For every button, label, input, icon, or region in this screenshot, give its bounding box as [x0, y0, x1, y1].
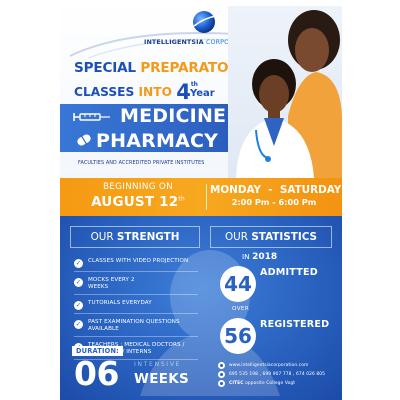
registered-label: REGISTERED	[260, 319, 330, 330]
top-section: INTELLIGENTSIA CORPORATION SPECIAL PREPA…	[60, 0, 342, 178]
globe-logo-icon	[193, 11, 217, 33]
poster: INTELLIGENTSIA CORPORATION SPECIAL PREPA…	[60, 0, 342, 400]
list-item: ✓ CLASSES WITH VIDEO PROJECTION	[70, 256, 200, 272]
admitted-count: 44	[220, 266, 256, 302]
headline-special: SPECIAL	[74, 60, 136, 76]
website-link[interactable]: www.intelligentsiacorporation.com	[229, 363, 308, 368]
schedule-bar: BEGINNING ON AUGUST 12th MONDAY - SATURD…	[60, 178, 342, 216]
check-icon: ✓	[74, 320, 83, 329]
headline-year-number: 4	[176, 80, 191, 104]
statistics-heading: OUR STATISTICS	[210, 226, 332, 248]
list-item: ✓ PAST EXAMINATION QUESTIONS AVAILABLE	[70, 317, 200, 337]
pharmacy-label: PHARMACY	[96, 130, 219, 152]
duration-number: 06	[74, 354, 119, 393]
lower-section: OUR STRENGTH OUR STATISTICS ✓ CLASSES WI…	[60, 216, 342, 400]
location-row: CITEC opposite College Vogt	[218, 380, 340, 387]
headline-into: INTO	[138, 85, 172, 99]
over-label: OVER	[232, 306, 250, 312]
schedule-divider	[206, 184, 207, 210]
headline-year-word: Year	[189, 88, 215, 99]
phone-row: 695 535 198 , 699 907 778 , 674 026 805	[218, 371, 340, 378]
headline-classes: CLASSES	[74, 85, 135, 99]
students-photo	[228, 6, 342, 178]
beginning-label: BEGINNING ON	[102, 182, 174, 192]
check-icon: ✓	[74, 259, 83, 268]
pill-icon	[77, 134, 91, 146]
intensive-label: INTENSIVE	[134, 361, 182, 368]
registered-count: 56	[220, 318, 256, 354]
headline-line-1: SPECIAL PREPARATORY	[74, 60, 248, 76]
contact-info: www.intelligentsiacorporation.com 695 53…	[218, 362, 340, 389]
weeks-label: WEEKS	[134, 371, 190, 387]
location-text: CITEC opposite College Vogt	[229, 381, 296, 386]
strength-heading: OUR STRENGTH	[70, 226, 200, 248]
admitted-label: ADMITTED	[260, 267, 318, 278]
check-icon: ✓	[74, 278, 83, 287]
globe-icon	[218, 362, 225, 369]
location-pin-icon	[218, 380, 225, 387]
website-row: www.intelligentsiacorporation.com	[218, 362, 340, 369]
check-icon: ✓	[74, 301, 83, 310]
list-item: ✓ MOCKS EVERY 2 WEEKS	[70, 275, 200, 295]
start-date: AUGUST 12th	[91, 194, 185, 210]
phone-numbers: 695 535 198 , 699 907 778 , 674 026 805	[229, 372, 326, 377]
phone-icon	[218, 371, 225, 378]
stats-year: IN 2018	[242, 252, 278, 262]
headline-line-2: CLASSES INTO 4thYear	[74, 77, 223, 104]
class-days: MONDAY - SATURDAY	[210, 184, 342, 196]
list-item: ✓ TUTORIALS EVERYDAY	[70, 298, 200, 314]
class-hours: 2:00 Pm - 6:00 Pm	[231, 197, 317, 207]
headline-year-ordinal: th	[190, 81, 198, 88]
faculties-subtitle: FACULTIES AND ACCREDITED PRIVATE INSTITU…	[78, 160, 205, 166]
syringe-icon	[73, 113, 110, 121]
